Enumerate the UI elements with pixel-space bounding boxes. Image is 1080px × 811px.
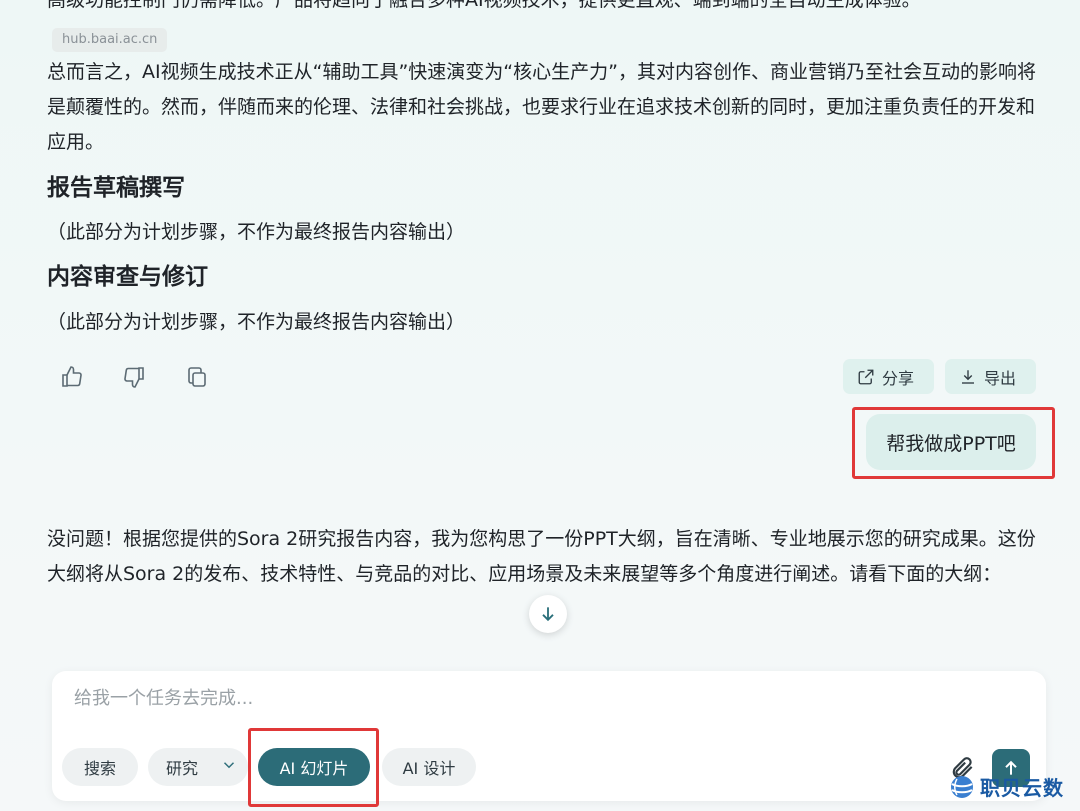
watermark-text: 职贝云数: [980, 776, 1064, 800]
assistant-reply: 没问题！根据您提供的Sora 2研究报告内容，我为您构思了一份PPT大纲，旨在清…: [47, 528, 1036, 585]
thumbs-up-icon[interactable]: [57, 362, 87, 392]
search-chip[interactable]: 搜索: [62, 748, 138, 786]
chevron-down-icon[interactable]: [220, 756, 238, 778]
thumbs-down-icon[interactable]: [119, 362, 149, 392]
research-chip-label: 研究: [166, 759, 199, 778]
ai-design-chip-label: AI 设计: [402, 759, 456, 778]
share-label: 分享: [882, 368, 915, 388]
user-message-bubble: 帮我做成PPT吧: [866, 414, 1036, 470]
arrow-down-icon: [542, 607, 554, 622]
watermark: 职贝云数: [948, 772, 1064, 801]
article-cut-line: 高级功能控制门仍需降低。产品将趋向于融合多种AI视频技术，提供更直观、端到端的全…: [47, 0, 921, 11]
scroll-down-button[interactable]: [529, 595, 567, 633]
section-heading-draft: 报告草稿撰写: [47, 175, 185, 201]
search-chip-label: 搜索: [83, 759, 116, 778]
export-label: 导出: [984, 368, 1017, 388]
source-chip[interactable]: hub.baai.ac.cn: [52, 28, 168, 52]
copy-icon[interactable]: [182, 362, 212, 392]
share-button[interactable]: 分享: [843, 359, 934, 394]
section-note-draft: （此部分为计划步骤，不作为最终报告内容输出）: [47, 221, 466, 243]
section-note-review: （此部分为计划步骤，不作为最终报告内容输出）: [47, 311, 466, 333]
summary-paragraph: 总而言之，AI视频生成技术正从“辅助工具”快速演变为“核心生产力”，其对内容创作…: [47, 61, 1036, 153]
ai-slides-highlight: [248, 728, 379, 807]
download-icon: [962, 369, 974, 384]
task-input[interactable]: [72, 687, 976, 710]
section-heading-review: 内容审查与修订: [47, 264, 208, 290]
export-button[interactable]: 导出: [945, 359, 1036, 394]
external-link-icon: [858, 369, 874, 384]
composer: 搜索 研究 AI 幻灯片 AI 设计: [52, 671, 1046, 801]
ai-design-chip[interactable]: AI 设计: [382, 748, 476, 786]
globe-logo-icon: [951, 775, 973, 798]
research-chip[interactable]: 研究: [148, 748, 248, 786]
